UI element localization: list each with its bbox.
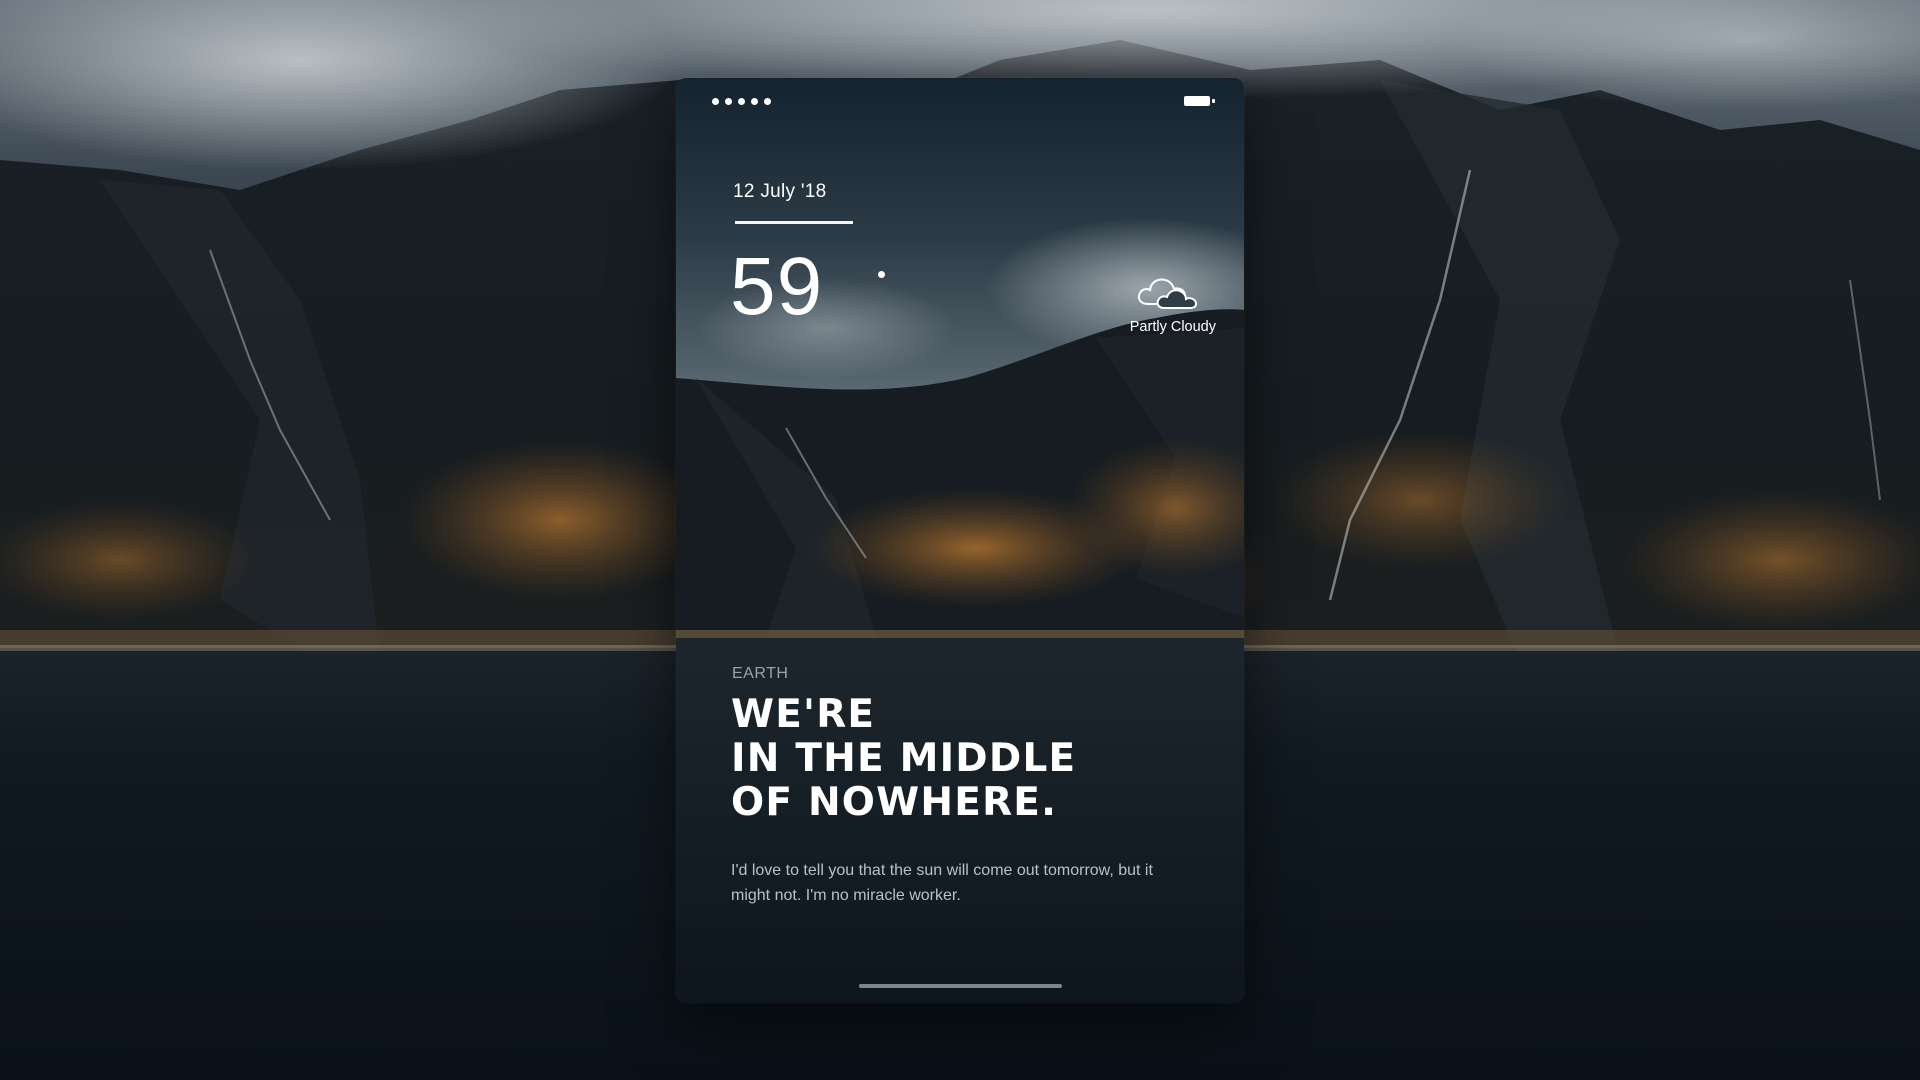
- signal-dot: [764, 98, 771, 105]
- location-label: EARTH: [732, 665, 789, 682]
- story-body: I'd love to tell you that the sun will c…: [731, 862, 1153, 904]
- signal-dot: [751, 98, 758, 105]
- headline-line: OF NOWHERE.: [731, 780, 1058, 825]
- signal-dot: [712, 98, 719, 105]
- headline-line: WE'RE: [731, 692, 876, 737]
- signal-dot: [738, 98, 745, 105]
- weather-condition: Partly Cloudy: [1129, 319, 1216, 335]
- date-underline: [735, 221, 853, 224]
- weather-phone-card: 12 July '18 59 Partly Cloudy EARTH WE'RE…: [676, 78, 1244, 1003]
- temperature-value: 59: [730, 241, 824, 332]
- status-bar: [712, 96, 1216, 108]
- home-indicator[interactable]: [859, 984, 1062, 988]
- weather-date: 12 July '18: [733, 181, 827, 202]
- signal-dot: [725, 98, 732, 105]
- cloud-icon: [1137, 278, 1198, 309]
- battery-icon: [1184, 96, 1216, 106]
- background-scene: 12 July '18 59 Partly Cloudy EARTH WE'RE…: [0, 0, 1920, 1080]
- headline: WE'RE IN THE MIDDLE OF NOWHERE.: [731, 693, 1211, 825]
- signal-strength-icon: [712, 98, 771, 105]
- headline-line: IN THE MIDDLE: [731, 736, 1077, 781]
- degree-symbol: [878, 271, 885, 278]
